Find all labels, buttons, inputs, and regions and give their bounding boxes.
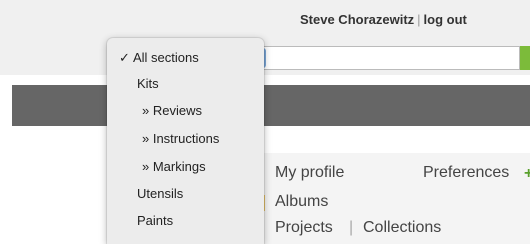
dropdown-option-all-sections[interactable]: ✓ All sections bbox=[119, 47, 199, 69]
user-bar-separator: | bbox=[417, 12, 421, 27]
search-input[interactable] bbox=[262, 46, 520, 70]
albums-link[interactable]: Albums bbox=[275, 193, 328, 211]
projects-link[interactable]: Projects bbox=[275, 219, 333, 237]
option-label: Utensils bbox=[137, 186, 184, 201]
option-label: Kits bbox=[137, 76, 159, 91]
option-label: » Reviews bbox=[142, 103, 202, 118]
dropdown-option-markings[interactable]: » Markings bbox=[142, 156, 206, 178]
option-label: » Instructions bbox=[142, 131, 220, 146]
dropdown-option-kits[interactable]: Kits bbox=[137, 73, 159, 95]
checkmark-icon: ✓ bbox=[119, 50, 130, 65]
option-label: » Markings bbox=[142, 159, 206, 174]
dropdown-option-instructions[interactable]: » Instructions bbox=[142, 128, 219, 150]
logout-link[interactable]: log out bbox=[424, 12, 467, 27]
preferences-link[interactable]: Preferences bbox=[423, 164, 509, 182]
my-profile-link[interactable]: My profile bbox=[275, 164, 344, 182]
search-button[interactable] bbox=[520, 46, 530, 70]
dropdown-option-reviews[interactable]: » Reviews bbox=[142, 100, 202, 122]
option-label: Paints bbox=[137, 213, 174, 228]
collections-link[interactable]: Collections bbox=[363, 219, 441, 237]
user-menu-separator: | bbox=[349, 219, 354, 236]
dropdown-option-utensils[interactable]: Utensils bbox=[137, 183, 183, 205]
plus-icon[interactable]: + bbox=[524, 165, 530, 182]
main-nav-bar bbox=[12, 85, 530, 126]
user-menu: My profile Preferences + Albums Projects… bbox=[257, 153, 530, 244]
section-dropdown-menu: ✓ All sections Kits » Reviews » Instructi… bbox=[107, 38, 264, 244]
user-bar: Steve Chorazewitz | log out bbox=[300, 12, 467, 27]
dropdown-option-paints[interactable]: Paints bbox=[137, 210, 173, 232]
option-label: All sections bbox=[133, 50, 199, 65]
user-name[interactable]: Steve Chorazewitz bbox=[300, 12, 414, 27]
